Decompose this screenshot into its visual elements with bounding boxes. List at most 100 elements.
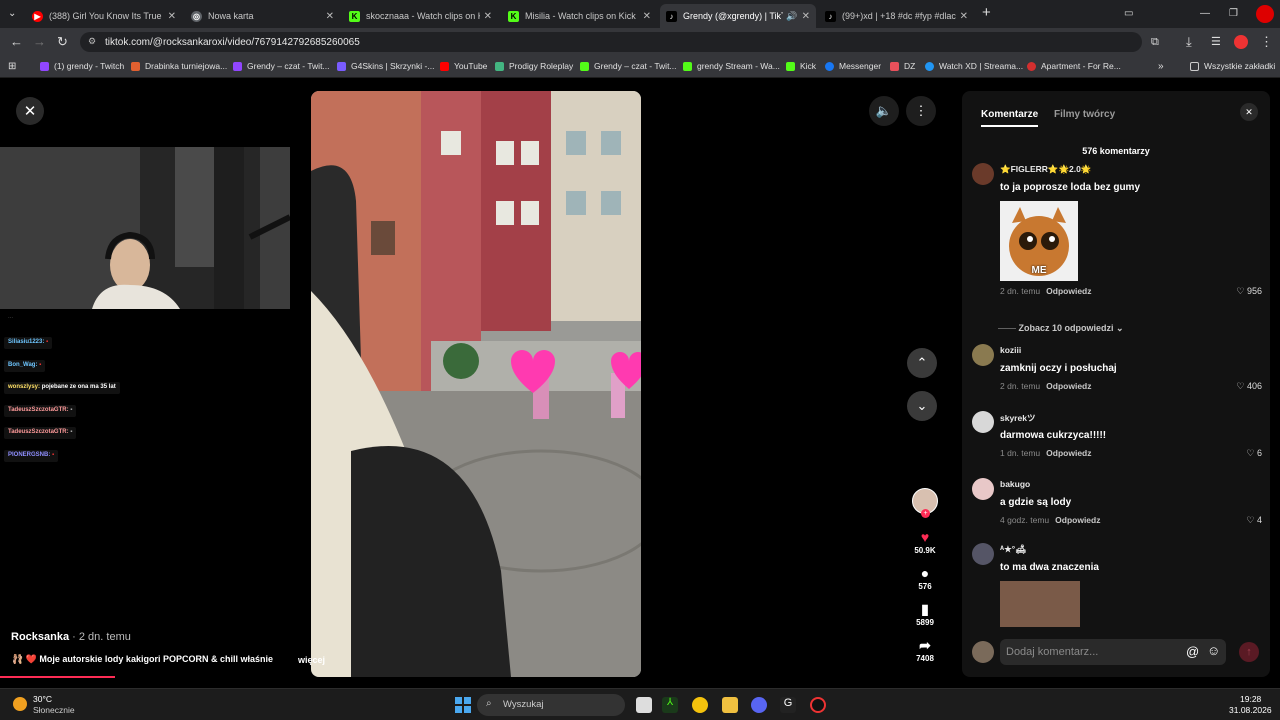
bookmark-item[interactable]: Kick [786, 61, 816, 71]
bookmark-item[interactable]: grendy Stream - Wa... [683, 61, 780, 71]
tab-search-icon[interactable]: ⌄ [8, 6, 16, 22]
profile-avatar[interactable] [1256, 5, 1274, 23]
reload-icon[interactable]: ↻ [57, 34, 68, 50]
app-icon[interactable]: G [780, 697, 796, 713]
search-icon: ⌕ [486, 698, 492, 709]
save-button[interactable]: ▮ 5899 [907, 600, 943, 627]
media-icon[interactable]: ▭ [1124, 6, 1133, 22]
bookmark-item[interactable]: Grendy – czat - Twit... [233, 61, 330, 71]
bookmark-item[interactable]: DZ [890, 61, 915, 71]
clock-time[interactable]: 19:28 [1240, 694, 1261, 704]
menu-dots-icon[interactable]: ⋮ [1260, 34, 1273, 50]
file-explorer-icon[interactable] [722, 697, 738, 713]
app-icon[interactable]: ⅄ [662, 697, 678, 713]
comment-author[interactable]: ⭐FIGLERR⭐🌟2.0🌟 [1000, 164, 1091, 175]
bookmark-item[interactable]: Grendy – czat - Twit... [580, 61, 677, 71]
close-tab-icon[interactable]: ✕ [326, 11, 334, 22]
bookmark-item[interactable]: (1) grendy - Twitch [40, 61, 124, 71]
taskbar-search[interactable]: ⌕ Wyszukaj [477, 694, 625, 716]
tab-kick-misilia[interactable]: K Misilia - Watch clips on Kick ✕ [502, 4, 657, 28]
send-button[interactable]: ↑ [1239, 642, 1259, 662]
more-link[interactable]: więcej [298, 655, 325, 665]
mention-icon[interactable]: @ [1186, 644, 1199, 659]
clock-date[interactable]: 31.08.2026 [1229, 705, 1272, 715]
tab-tiktok-2[interactable]: ♪ (99+)xd | +18 #dc #fyp #dlacie ✕ [819, 4, 974, 28]
tab-kick-skocznaaa[interactable]: K skocznaaa - Watch clips on Kick ✕ [343, 4, 498, 28]
tab-tiktok-active[interactable]: ♪ Grendy (@xgrendy) | TikTok 🔊 ✕ [660, 4, 816, 28]
download-icon[interactable]: ⤓ [1186, 34, 1192, 50]
tab-youtube[interactable]: ▶ (388) Girl You Know Its True (Ra ✕ [26, 4, 182, 28]
avatar[interactable] [972, 478, 994, 500]
previous-video-button[interactable]: ⌃ [907, 348, 937, 378]
bookmark-item[interactable]: Watch XD | Streama... [925, 61, 1023, 71]
reply-button[interactable]: Odpowiedz [1046, 286, 1091, 296]
avatar[interactable] [972, 411, 994, 433]
close-tab-icon[interactable]: ✕ [802, 11, 810, 22]
video-player[interactable] [311, 91, 641, 677]
bookmark-item[interactable]: Apartment - For Re... [1027, 61, 1121, 71]
bookmark-item[interactable]: Drabinka turniejowa... [131, 61, 227, 71]
comment-like[interactable]: ♡ 6 [1246, 448, 1262, 459]
weather-temp[interactable]: 30°C [33, 694, 52, 704]
next-video-button[interactable]: ⌄ [907, 391, 937, 421]
comment-author[interactable]: skyrekツ [1000, 412, 1035, 424]
close-tab-icon[interactable]: ✕ [960, 11, 968, 22]
all-bookmarks[interactable]: Wszystkie zakładki [1190, 61, 1275, 71]
comment-button[interactable]: ● 576 [907, 564, 943, 591]
view-replies-button[interactable]: —— Zobacz 10 odpowiedzi ⌄ [998, 323, 1124, 334]
task-view-icon[interactable] [636, 697, 652, 713]
share-button[interactable]: ➦ 7408 [907, 636, 943, 663]
app-icon[interactable] [810, 697, 826, 713]
site-info-icon[interactable]: ⚙ [88, 36, 96, 47]
comment-author[interactable]: koziii [1000, 345, 1021, 355]
video-author[interactable]: Rocksanka · 2 dn. temu [11, 631, 131, 643]
apps-icon[interactable]: ⊞ [8, 61, 16, 72]
comment-author[interactable]: bakugo [1000, 479, 1030, 489]
comment-placeholder: Dodaj komentarz... [1006, 646, 1099, 658]
url-field[interactable]: ⚙ tiktok.com/@rocksankaroxi/video/767914… [80, 32, 1142, 52]
close-tab-icon[interactable]: ✕ [168, 11, 176, 22]
bookmark-item[interactable]: Prodigy Roleplay [495, 61, 573, 71]
reply-button[interactable]: Odpowiedz [1055, 515, 1100, 525]
more-bookmarks-icon[interactable]: » [1158, 61, 1164, 72]
new-tab-icon[interactable]: + [982, 5, 991, 21]
reply-button[interactable]: Odpowiedz [1046, 448, 1091, 458]
close-tab-icon[interactable]: ✕ [484, 11, 492, 22]
mute-button[interactable]: 🔈 [869, 96, 899, 126]
account-avatar[interactable] [1234, 35, 1248, 49]
discord-icon[interactable] [751, 697, 767, 713]
tab-creator-videos[interactable]: Filmy twórcy [1054, 109, 1115, 120]
avatar[interactable] [972, 163, 994, 185]
close-video-button[interactable]: ✕ [16, 97, 44, 125]
tab-new[interactable]: ◎ Nowa karta ✕ [185, 4, 340, 28]
g4skins-icon [337, 61, 346, 71]
maximize-icon[interactable]: ❐ [1229, 6, 1238, 22]
speaker-icon[interactable]: 🔊 [786, 11, 797, 22]
back-arrow-icon[interactable]: ← [10, 34, 23, 50]
comment-like[interactable]: ♡ 956 [1236, 286, 1262, 297]
follow-plus-icon[interactable]: + [921, 509, 930, 518]
minimize-icon[interactable]: — [1200, 6, 1210, 22]
tab-comments[interactable]: Komentarze [981, 109, 1038, 120]
like-button[interactable]: ♥ 50.9K [907, 528, 943, 555]
close-tab-icon[interactable]: ✕ [643, 11, 651, 22]
avatar[interactable] [972, 344, 994, 366]
bookmark-item[interactable]: Messenger [825, 61, 881, 71]
comment-like-count: 406 [1246, 381, 1262, 391]
reading-list-icon[interactable]: ☰ [1211, 34, 1221, 50]
video-progress-bar[interactable] [0, 676, 116, 678]
forward-arrow-icon[interactable]: → [33, 34, 46, 50]
comment-like[interactable]: ♡ 4 [1246, 515, 1262, 526]
reply-button[interactable]: Odpowiedz [1046, 381, 1091, 391]
avatar[interactable] [972, 543, 994, 565]
close-panel-button[interactable]: ✕ [1240, 103, 1258, 121]
bookmark-item[interactable]: G4Skins | Skrzynki -... [337, 61, 434, 71]
emoji-icon[interactable]: ☺ [1207, 643, 1220, 658]
chrome-icon[interactable] [692, 697, 708, 713]
bookmark-item[interactable]: YouTube [440, 61, 487, 71]
comment-like[interactable]: ♡ 406 [1236, 381, 1262, 392]
more-options-button[interactable]: ⋮ [906, 96, 936, 126]
extensions-icon[interactable]: ⧉ [1151, 34, 1159, 50]
comment-author[interactable]: ᴬ★°🛋 [1000, 544, 1026, 555]
windows-start-icon[interactable] [455, 697, 471, 713]
